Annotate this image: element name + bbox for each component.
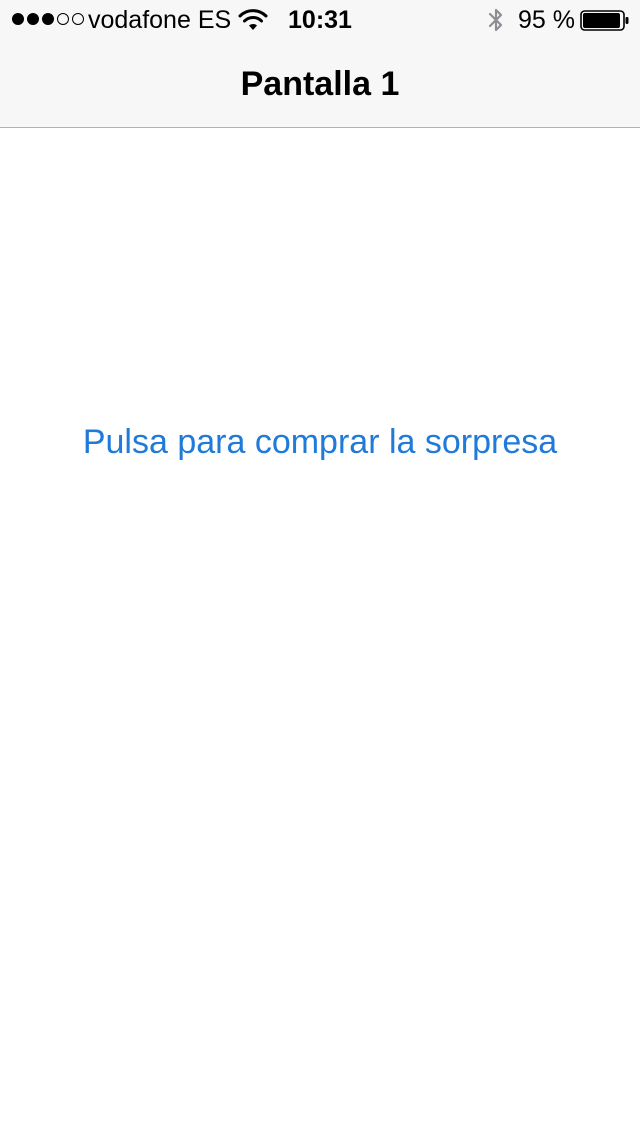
status-bar: vodafone ES 10:31 95 %	[0, 0, 640, 40]
nav-title: Pantalla 1	[240, 65, 400, 103]
bluetooth-icon	[488, 8, 503, 32]
buy-surprise-button[interactable]: Pulsa para comprar la sorpresa	[0, 420, 640, 464]
top-bar: vodafone ES 10:31 95 % Pantalla 1	[0, 0, 640, 128]
battery-icon	[580, 10, 629, 31]
battery-percentage: 95 %	[518, 6, 575, 34]
app-screen: vodafone ES 10:31 95 % Pantalla 1 Pulsa …	[0, 0, 640, 1136]
